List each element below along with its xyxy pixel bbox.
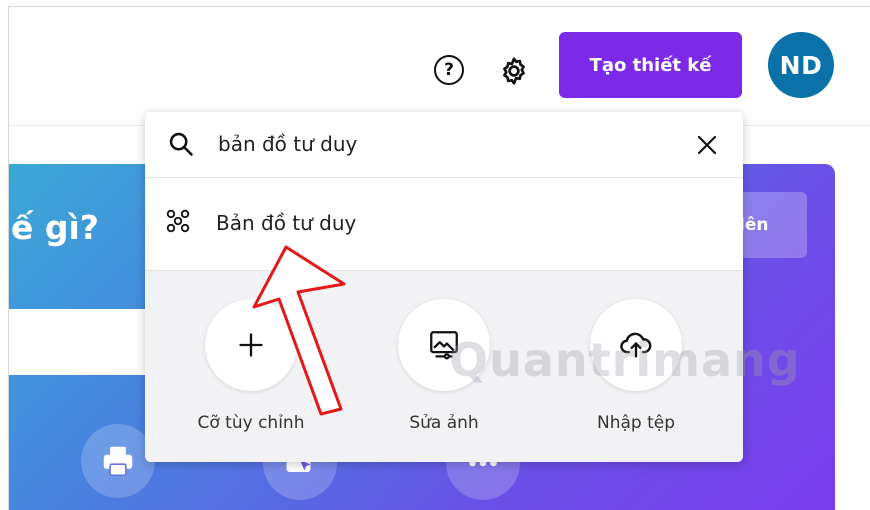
quick-action-custom-size[interactable]: Cỡ tùy chỉnh [171,299,331,433]
create-design-button[interactable]: Tạo thiết kế [559,32,742,98]
search-dropdown: bản đồ tư duy Bản đồ tư duy Cỡ tùy chỉnh [145,112,743,462]
quick-action-label: Cỡ tùy chỉnh [197,413,305,433]
hero-title: ế gì? [11,208,99,247]
mind-map-icon [166,209,190,233]
gear-icon [503,57,525,85]
watermark: Quantrimang [449,333,801,387]
search-result-label: Bản đồ tư duy [216,211,357,235]
quick-action-label: Sửa ảnh [409,413,479,433]
quick-action-label: Nhập tệp [596,413,676,433]
search-input[interactable]: bản đồ tư duy [145,112,743,178]
category-print[interactable] [81,424,155,498]
app-window: ? Tạo thiết kế ND ế gì? lên bản đồ tư du… [8,6,870,510]
search-icon [169,132,193,156]
help-button[interactable]: ? [434,55,464,85]
search-query[interactable]: bản đồ tư duy [218,132,357,156]
help-icon: ? [444,60,454,80]
plus-icon [239,333,263,357]
close-icon[interactable] [695,133,719,157]
avatar[interactable]: ND [768,32,834,98]
search-result-item[interactable]: Bản đồ tư duy [145,178,743,270]
hero-search-bar[interactable] [9,309,149,375]
printer-icon [103,446,133,477]
settings-button[interactable] [497,54,531,88]
